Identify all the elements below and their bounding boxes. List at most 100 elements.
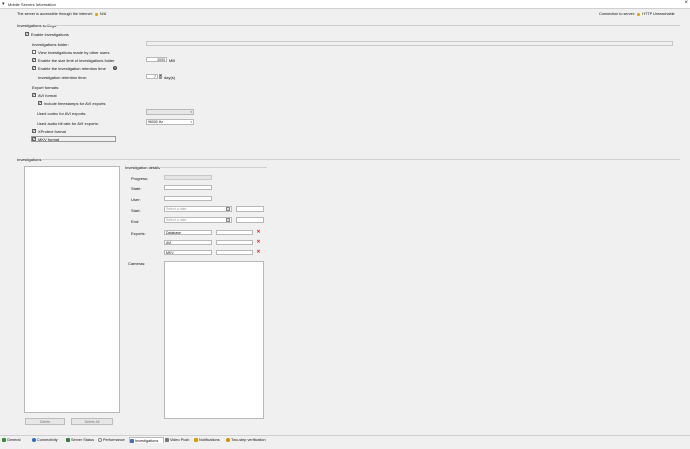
tab-general[interactable]: General [2,437,21,443]
tab-server-status[interactable]: Server Status [66,437,94,443]
include-timestamps-label: Include timestamps for AVI exports [44,101,106,106]
general-icon [2,438,6,442]
export-formats-label: Export formats: [32,85,60,90]
tab-connectivity[interactable]: Connectivity [32,437,58,443]
start-time-field[interactable] [236,206,264,212]
export-status-database [216,230,253,235]
progress-bar [164,175,212,180]
audio-bitrate-value: 96000 Hz [148,120,163,124]
tab-bar: General Connectivity Server Status Perfo… [0,435,690,444]
delete-button[interactable]: Delete [25,418,65,425]
tab-connectivity-label: Connectivity [37,438,58,442]
server-accessibility: The server is accessible through the int… [17,12,106,16]
server-accessibility-label: The server is accessible through the int… [17,12,93,16]
tab-two-step-verification[interactable]: Two-step verification [226,437,266,443]
retention-enable-label: Enable the investigation retention time [38,66,106,71]
details-title: Investigation details [125,165,161,170]
view-other-users-label: View investigations made by other users [38,50,110,55]
audio-bitrate-select[interactable]: 96000 Hz ▾ [146,119,194,125]
retention-time-label: Investigation retention time: [38,75,87,80]
start-date-picker[interactable]: Select a date [164,206,232,212]
tab-general-label: General [7,438,21,442]
help-icon[interactable]: ? [113,66,117,70]
tab-video-push-label: Video Push [170,438,190,442]
state-field [164,185,212,190]
state-label: State: [131,186,142,191]
server-accessibility-value: N/A [99,12,107,16]
mkv-format-label: MKV format [38,137,60,142]
investigations-icon [130,439,134,443]
bell-icon [194,438,198,442]
tab-two-step-label: Two-step verification [231,438,266,442]
folder-label: Investigations folder: [32,42,69,47]
exports-label: Exports: [131,231,146,236]
calendar-icon[interactable] [226,218,230,222]
tab-investigations-label: Investigations [135,439,159,443]
tab-notifications[interactable]: Notifications [194,437,220,443]
enable-investigations-label: Enable investigations [31,32,69,37]
tab-server-status-label: Server Status [71,438,95,442]
collapse-arrow-icon[interactable]: ▾ [2,1,5,7]
size-limit-input[interactable]: 2000 [146,57,167,62]
codec-label: Used codec for AVI exports: [37,111,87,116]
connection-state: Unreachable [653,12,675,16]
avi-format-checkbox[interactable] [32,92,36,98]
investigations-list[interactable] [24,166,120,413]
xprotect-format-checkbox[interactable] [32,128,36,134]
xprotect-format-label: XProtect format [38,129,66,134]
size-limit-unit: MB [169,58,175,63]
delete-export-icon[interactable]: ✕ [256,250,261,255]
include-timestamps-checkbox[interactable] [38,100,42,106]
end-label: End: [131,219,140,224]
export-status-avi [216,240,253,245]
connection-dot-icon [637,12,641,16]
window-title: Mobile Servers Information [8,1,56,7]
gauge-icon [98,438,102,442]
size-limit-checkbox[interactable] [32,57,36,63]
tab-investigations[interactable]: Investigations [129,437,164,443]
start-label: Start: [131,208,141,213]
video-push-icon [165,438,169,442]
chevron-down-icon: ▾ [190,120,192,124]
server-status-icon [66,438,70,442]
export-name-avi: AVI [164,240,212,245]
settings-divider [45,25,680,26]
close-icon[interactable]: × [684,0,688,6]
export-status-mkv [216,250,253,255]
avi-format-label: AVI format [38,93,57,98]
end-date-picker[interactable]: Select a date [164,217,232,223]
tab-notifications-label: Notifications [199,438,220,442]
view-other-users-checkbox[interactable] [32,50,36,54]
tab-performance[interactable]: Performance [98,437,125,443]
retention-spinner[interactable]: ▴ ▾ [159,74,162,79]
folder-input[interactable] [146,41,673,46]
delete-all-button[interactable]: Delete All [71,418,113,425]
details-divider [159,167,267,168]
progress-label: Progress: [131,176,149,181]
calendar-icon[interactable] [226,207,230,211]
enable-investigations-checkbox[interactable] [25,31,29,37]
retention-time-input[interactable]: 7 [146,74,158,79]
investigations-divider [42,159,680,160]
delete-export-icon[interactable]: ✕ [256,230,261,235]
user-field [164,196,212,201]
retention-unit: day(s) [164,75,176,80]
globe-icon [32,438,36,442]
start-date-placeholder: Select a date [166,207,187,211]
connection-label: Connection to server: [599,12,636,16]
retention-checkbox[interactable] [32,65,36,71]
mkv-format-checkbox[interactable] [32,136,36,142]
investigations-section-title: Investigations [17,157,42,162]
codec-select[interactable]: ▾ [146,109,194,115]
size-limit-label: Enable the size limit of investigations … [38,58,115,63]
end-time-field[interactable] [236,217,264,223]
tab-video-push[interactable]: Video Push [165,437,189,443]
connection-protocol: HTTP [642,12,653,16]
end-date-placeholder: Select a date [166,218,187,222]
status-dot-icon [94,12,98,16]
cameras-list[interactable] [164,261,264,419]
delete-export-icon[interactable]: ✕ [256,240,261,245]
title-bar: ▾ Mobile Servers Information × [0,0,690,9]
export-name-database: Database [164,230,212,235]
lock-icon [226,438,230,442]
